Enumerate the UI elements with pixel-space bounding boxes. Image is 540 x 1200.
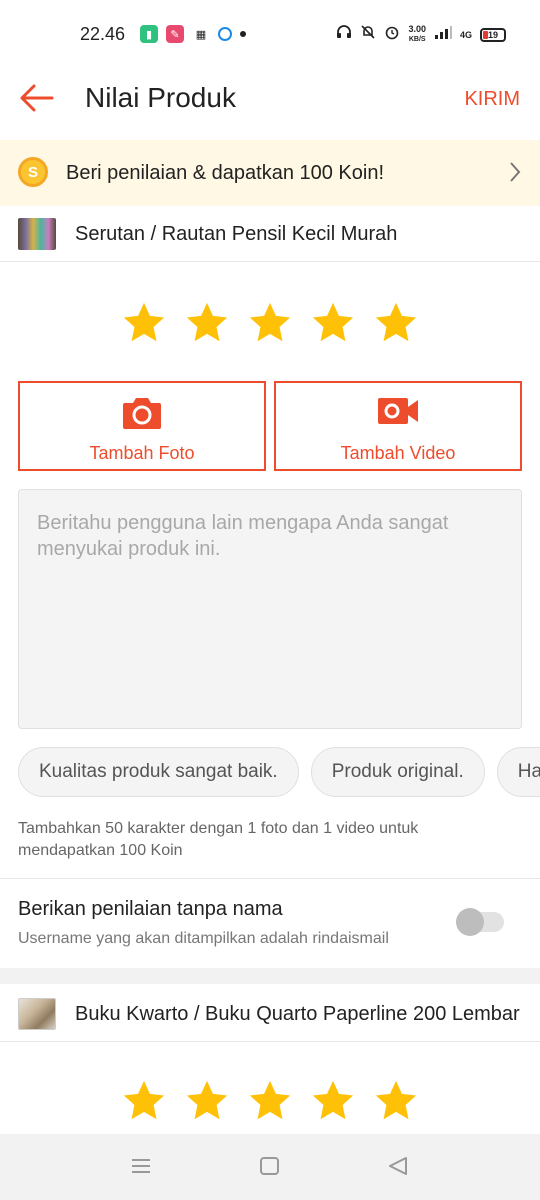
coin-symbol: S bbox=[27, 163, 38, 181]
divider bbox=[0, 878, 540, 879]
star-icon[interactable] bbox=[184, 300, 230, 346]
signal-icon bbox=[434, 25, 452, 44]
system-navigation-bar bbox=[0, 1134, 540, 1200]
browser-icon bbox=[218, 27, 232, 41]
back-button[interactable] bbox=[18, 82, 58, 114]
chevron-right-icon bbox=[510, 162, 521, 182]
star-rating bbox=[0, 1078, 540, 1124]
product-name: Serutan / Rautan Pensil Kecil Murah bbox=[75, 223, 398, 245]
product-row: Serutan / Rautan Pensil Kecil Murah bbox=[0, 206, 540, 262]
review-chip[interactable]: Kualitas produk sangat baik. bbox=[18, 747, 299, 797]
add-video-button[interactable]: Tambah Video bbox=[274, 381, 522, 471]
battery-icon: 19 bbox=[480, 27, 506, 42]
network-type: 4G bbox=[459, 29, 472, 40]
star-icon[interactable] bbox=[310, 300, 356, 346]
product-name: Buku Kwarto / Buku Quarto Paperline 200 … bbox=[75, 1003, 520, 1025]
add-video-label: Tambah Video bbox=[340, 443, 456, 463]
star-icon[interactable] bbox=[184, 1078, 230, 1124]
app-header: Nilai Produk KIRIM bbox=[0, 68, 540, 140]
battery-saver-icon: ▮ bbox=[140, 25, 158, 43]
section-separator bbox=[0, 968, 540, 984]
anonymous-review-toggle[interactable] bbox=[456, 908, 504, 936]
speed-unit: KB/S bbox=[408, 36, 426, 43]
submit-button[interactable]: KIRIM bbox=[464, 88, 520, 111]
app-notification-icon: ✎ bbox=[166, 25, 184, 43]
star-icon[interactable] bbox=[247, 300, 293, 346]
page-title: Nilai Produk bbox=[85, 82, 236, 113]
review-chip[interactable]: Harga terjangkau. bbox=[496, 747, 540, 797]
menu-icon bbox=[132, 1159, 150, 1173]
arrow-left-icon bbox=[20, 84, 54, 112]
review-textarea-container bbox=[18, 489, 522, 729]
more-notifications-icon bbox=[240, 31, 246, 37]
add-photo-label: Tambah Foto bbox=[89, 443, 195, 463]
square-icon bbox=[260, 1157, 279, 1175]
mute-bell-icon bbox=[360, 24, 376, 45]
store-icon: ▦ bbox=[195, 28, 207, 41]
coin-icon: S bbox=[18, 157, 48, 187]
review-textarea[interactable] bbox=[37, 510, 503, 708]
star-icon[interactable] bbox=[247, 1078, 293, 1124]
battery-level: 19 bbox=[487, 29, 498, 40]
add-photo-button[interactable]: Tambah Foto bbox=[18, 381, 266, 471]
status-bar: 22.46 ▮ ✎ ▦ 3.00 KB/S 4G 19 bbox=[0, 0, 540, 68]
star-icon[interactable] bbox=[121, 300, 167, 346]
status-time: 22.46 bbox=[80, 24, 126, 44]
back-nav-button[interactable] bbox=[387, 1156, 411, 1178]
product-thumbnail bbox=[18, 998, 56, 1030]
triangle-back-icon bbox=[389, 1157, 407, 1175]
coin-reward-banner[interactable]: S Beri penilaian & dapatkan 100 Koin! bbox=[0, 140, 540, 206]
review-chip[interactable]: Produk original. bbox=[310, 747, 485, 797]
alarm-icon bbox=[384, 24, 400, 45]
product-row: Buku Kwarto / Buku Quarto Paperline 200 … bbox=[0, 986, 540, 1042]
star-rating bbox=[0, 300, 540, 346]
star-icon[interactable] bbox=[373, 300, 419, 346]
recent-apps-button[interactable] bbox=[130, 1156, 154, 1178]
anonymous-review-subtitle: Username yang akan ditampilkan adalah ri… bbox=[18, 930, 389, 947]
star-icon[interactable] bbox=[121, 1078, 167, 1124]
banner-text: Beri penilaian & dapatkan 100 Koin! bbox=[66, 162, 385, 184]
speed-value: 3.00 bbox=[408, 24, 426, 34]
home-button[interactable] bbox=[259, 1156, 283, 1178]
headphones-icon bbox=[336, 24, 352, 45]
notification-icons: ▮ ✎ ▦ bbox=[140, 25, 246, 43]
toggle-knob bbox=[456, 908, 484, 936]
network-speed: 3.00 KB/S bbox=[408, 25, 426, 44]
system-icons: 3.00 KB/S 4G 19 bbox=[336, 24, 506, 45]
star-icon[interactable] bbox=[310, 1078, 356, 1124]
coin-hint-text: Tambahkan 50 karakter dengan 1 foto dan … bbox=[18, 820, 419, 859]
video-camera-icon bbox=[378, 398, 418, 424]
quick-review-chips: Kualitas produk sangat baik. Produk orig… bbox=[18, 747, 540, 797]
anonymous-review-title: Berikan penilaian tanpa nama bbox=[18, 898, 283, 920]
camera-icon bbox=[123, 398, 161, 429]
product-thumbnail bbox=[18, 218, 56, 250]
star-icon[interactable] bbox=[373, 1078, 419, 1124]
